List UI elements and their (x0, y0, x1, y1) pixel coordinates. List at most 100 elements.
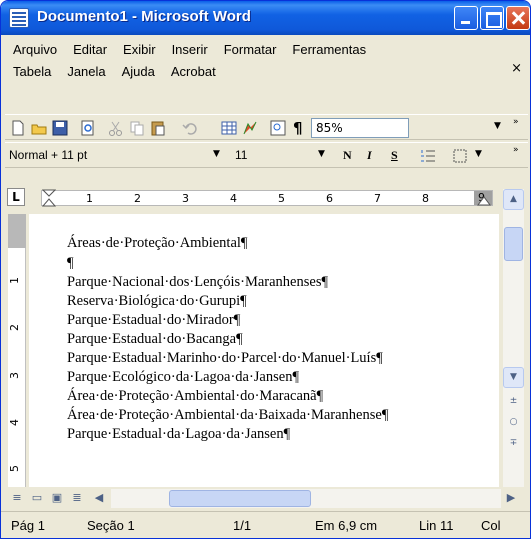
ruler-mark: 6 (326, 192, 333, 205)
style-select[interactable]: Normal + 11 pt (5, 146, 215, 166)
menu-acrobat[interactable]: Acrobat (163, 61, 224, 83)
menu-ajuda[interactable]: Ajuda (114, 61, 163, 83)
vertical-scrollbar[interactable]: ▲ ▼ ± ○ ∓ (503, 189, 524, 487)
doc-line[interactable]: Parque·Nacional·dos·Lençóis·Maranhenses¶ (67, 274, 328, 291)
menu-bar: Arquivo Editar Exibir Inserir Formatar F… (5, 37, 528, 83)
status-column: Col (481, 518, 501, 533)
vertical-scroll-thumb[interactable] (504, 227, 523, 261)
horizontal-scroll-thumb[interactable] (169, 490, 311, 507)
font-size-dropdown-icon[interactable]: ▼ (318, 149, 325, 159)
formatting-options-icon[interactable]: » (513, 145, 519, 155)
undo-icon[interactable] (181, 119, 199, 137)
status-bar: Pág 1 Seção 1 1/1 Em 6,9 cm Lin 11 Col (1, 511, 530, 538)
toolbar-options-icon[interactable]: » (513, 117, 519, 127)
borders-dropdown-icon[interactable]: ▼ (475, 149, 482, 159)
zoom-dropdown-icon[interactable]: ▼ (494, 121, 501, 131)
next-page-icon[interactable]: ∓ (503, 434, 524, 455)
scroll-up-icon[interactable]: ▲ (503, 189, 524, 210)
ruler-mark: 2 (134, 192, 141, 205)
zoom-select[interactable]: 85% (311, 118, 409, 138)
doc-line[interactable]: Área·de·Proteção·Ambiental·da·Baixada·Ma… (67, 407, 388, 424)
doc-line[interactable]: Parque·Estadual·do·Mirador¶ (67, 312, 240, 329)
doc-line[interactable]: Parque·Estadual·Marinho·do·Parcel·do·Man… (67, 350, 383, 367)
right-indent-marker-icon[interactable] (477, 192, 491, 206)
maximize-button[interactable] (480, 6, 504, 30)
menu-row-2: Tabela Janela Ajuda Acrobat (5, 61, 224, 83)
document-map-icon[interactable] (269, 119, 287, 137)
menu-formatar[interactable]: Formatar (216, 39, 285, 61)
horizontal-ruler: L 1 2 3 4 5 6 7 8 9 (5, 186, 528, 210)
ruler-mark: 7 (374, 192, 381, 205)
menu-arquivo[interactable]: Arquivo (5, 39, 65, 61)
close-button[interactable] (506, 6, 530, 30)
open-folder-icon[interactable] (30, 119, 48, 137)
drawing-icon[interactable] (241, 119, 259, 137)
underline-button[interactable]: S (391, 148, 398, 163)
paste-icon[interactable] (149, 119, 167, 137)
scroll-right-icon[interactable]: ▶ (503, 490, 519, 506)
status-pages: 1/1 (233, 518, 252, 533)
menu-ferramentas[interactable]: Ferramentas (284, 39, 374, 61)
web-layout-icon[interactable]: ▭ (29, 490, 45, 506)
font-size-select[interactable]: 11 (231, 146, 311, 166)
new-document-icon[interactable] (9, 119, 27, 137)
horizontal-scroll-row: ≡ ▭ ▣ ≣ ◀ ▶ (5, 487, 528, 509)
print-preview-icon[interactable] (79, 119, 97, 137)
menu-tabela[interactable]: Tabela (5, 61, 59, 83)
horizontal-scroll-track[interactable] (111, 489, 501, 508)
title-bar[interactable]: Documento1 - Microsoft Word (1, 1, 530, 35)
formatting-toolbar: Normal + 11 pt ▼ 11 ▼ N I S ▼ » (5, 142, 528, 168)
outline-view-icon[interactable]: ≣ (69, 490, 85, 506)
vruler-mark: 4 (8, 419, 21, 426)
scroll-left-icon[interactable]: ◀ (91, 490, 107, 506)
minimize-button[interactable] (454, 6, 478, 30)
tab-selector[interactable]: L (7, 188, 25, 206)
window-title: Documento1 - Microsoft Word (37, 8, 251, 25)
vruler-mark: 5 (8, 465, 21, 472)
italic-button[interactable]: I (367, 148, 372, 163)
scroll-down-icon[interactable]: ▼ (503, 367, 524, 388)
doc-line[interactable]: Parque·Ecológico·da·Lagoa·da·Jansen¶ (67, 369, 299, 386)
save-icon[interactable] (51, 119, 69, 137)
doc-line[interactable]: Parque·Estadual·da·Lagoa·da·Jansen¶ (67, 426, 290, 443)
document-canvas[interactable]: Áreas·de·Proteção·Ambiental¶ ¶ Parque·Na… (29, 214, 499, 487)
cut-icon[interactable] (107, 119, 125, 137)
menu-exibir[interactable]: Exibir (115, 39, 164, 61)
ruler-mark: 5 (278, 192, 285, 205)
status-position: Em 6,9 cm (315, 518, 378, 533)
print-layout-icon[interactable]: ▣ (49, 490, 65, 506)
copy-icon[interactable] (128, 119, 146, 137)
indent-marker-icon[interactable] (42, 189, 56, 207)
doc-line[interactable]: Áreas·de·Proteção·Ambiental¶ (67, 235, 248, 252)
normal-view-icon[interactable]: ≡ (9, 490, 25, 506)
bold-button[interactable]: N (343, 148, 352, 163)
doc-line[interactable]: Parque·Estadual·do·Bacanga¶ (67, 331, 243, 348)
ruler-mark: 1 (86, 192, 93, 205)
menu-janela[interactable]: Janela (59, 61, 113, 83)
menu-inserir[interactable]: Inserir (164, 39, 216, 61)
vruler-mark: 1 (8, 277, 21, 284)
doc-line[interactable]: Área·de·Proteção·Ambiental·do·Maracanã¶ (67, 388, 323, 405)
word-window: Documento1 - Microsoft Word Arquivo Edit… (0, 0, 531, 539)
ruler-mark: 3 (182, 192, 189, 205)
vertical-ruler: 1 2 3 4 5 (8, 214, 26, 487)
style-dropdown-icon[interactable]: ▼ (213, 149, 220, 159)
numbering-icon[interactable] (419, 147, 437, 165)
menu-row-1: Arquivo Editar Exibir Inserir Formatar F… (5, 39, 374, 61)
standard-toolbar: ¶ 85% ▼ » (5, 114, 528, 140)
select-browse-object-icon[interactable]: ○ (503, 413, 524, 434)
ruler-strip[interactable]: 1 2 3 4 5 6 7 8 9 (41, 189, 493, 207)
show-formatting-button[interactable]: ¶ (293, 119, 303, 137)
word-document-icon[interactable] (9, 8, 29, 28)
status-page: Pág 1 (11, 518, 45, 533)
ruler-mark: 8 (422, 192, 429, 205)
previous-page-icon[interactable]: ± (503, 392, 524, 413)
vruler-mark: 2 (8, 324, 21, 331)
doc-line[interactable]: Reserva·Biológica·do·Gurupi¶ (67, 293, 247, 310)
status-line: Lin 11 (419, 518, 454, 533)
borders-icon[interactable] (451, 147, 469, 165)
doc-line[interactable]: ¶ (67, 255, 74, 272)
menu-editar[interactable]: Editar (65, 39, 115, 61)
close-document-icon[interactable]: × (511, 61, 522, 76)
insert-table-icon[interactable] (220, 119, 238, 137)
